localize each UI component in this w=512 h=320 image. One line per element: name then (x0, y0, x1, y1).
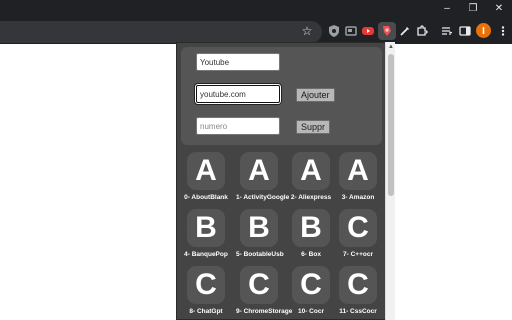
shortcut-tile[interactable]: C 7- C++ocr (335, 209, 381, 259)
shortcut-letter-icon[interactable]: B (240, 209, 278, 247)
bookmark-star-icon[interactable]: ☆ (300, 23, 314, 39)
side-panel-icon[interactable] (458, 24, 472, 38)
shortcut-form: Ajouter Suppr (181, 47, 382, 145)
puzzle-extension-icon[interactable] (415, 24, 429, 38)
shortcut-letter-icon[interactable]: A (240, 152, 278, 190)
shortcut-label: 2- Aliexpress (290, 194, 332, 201)
shortcut-label: 0- AboutBlank (184, 194, 228, 201)
shortcut-label: 10- Cocr (297, 308, 324, 315)
shortcut-letter-icon[interactable]: C (292, 266, 330, 304)
close-button[interactable]: ✕ (486, 0, 512, 18)
shortcut-label: 9- ChromeStorage (236, 308, 293, 315)
eyedropper-icon[interactable] (398, 24, 412, 38)
shortcut-tile[interactable]: C 9- ChromeStorage (236, 266, 293, 316)
shortcut-letter-icon[interactable]: A (187, 152, 225, 190)
shortcut-tile[interactable]: A 2- Aliexpress (288, 152, 334, 202)
shield-extension-icon[interactable] (327, 24, 341, 38)
delete-button[interactable]: Suppr (296, 120, 331, 134)
window-controls: – ❐ ✕ (434, 0, 512, 18)
shortcut-label: 6- Box (301, 251, 321, 258)
youtube-extension-icon[interactable] (361, 24, 375, 38)
shortcut-letter-icon[interactable]: A (292, 152, 330, 190)
shortcut-label: 7- C++ocr (343, 251, 373, 258)
shortcut-tile[interactable]: B 5- BootableUsb (236, 209, 284, 259)
screen-extension-icon[interactable] (344, 24, 358, 38)
media-control-icon[interactable] (440, 24, 454, 38)
shortcut-label: 3- Amazon (341, 194, 375, 201)
address-bar[interactable] (0, 21, 322, 43)
shortcut-tile[interactable]: C 11- CssCocr (335, 266, 381, 316)
profile-avatar[interactable] (476, 23, 491, 38)
shortcut-tile[interactable]: A 0- AboutBlank (183, 152, 229, 202)
shortcut-label: 8- ChatGpt (189, 308, 223, 315)
shortcut-tile[interactable]: A 1- ActivityGoogle (236, 152, 290, 202)
browser-toolbar: – ❐ ✕ ☆ (0, 0, 512, 44)
shortcut-letter-icon[interactable]: B (187, 209, 225, 247)
active-extension-icon[interactable] (378, 22, 396, 40)
restore-button[interactable]: ❐ (460, 0, 486, 18)
shortcut-letter-icon[interactable]: C (187, 266, 225, 304)
shortcut-tile[interactable]: B 4- BanquePop (183, 209, 229, 259)
scrollbar-thumb[interactable] (388, 54, 394, 196)
shortcut-letter-icon[interactable]: A (339, 152, 377, 190)
more-menu-icon[interactable] (496, 24, 510, 38)
site-name-input[interactable] (196, 53, 280, 71)
shortcut-label: 5- BootableUsb (236, 251, 284, 258)
shortcut-letter-icon[interactable]: C (339, 266, 377, 304)
shortcut-letter-icon[interactable]: C (339, 209, 377, 247)
popup-scrollbar[interactable]: ▲ (385, 42, 395, 320)
add-button[interactable]: Ajouter (296, 88, 335, 102)
shortcut-label: 1- ActivityGoogle (236, 194, 290, 201)
minimize-button[interactable]: – (434, 0, 460, 18)
extension-popup: Ajouter Suppr A 0- AboutBlank A 1- Activ… (176, 42, 387, 320)
shortcut-tile[interactable]: A 3- Amazon (335, 152, 381, 202)
site-url-input[interactable] (196, 85, 280, 103)
shortcut-letter-icon[interactable]: C (240, 266, 278, 304)
shortcut-tile[interactable]: B 6- Box (288, 209, 334, 259)
shortcut-tile[interactable]: C 8- ChatGpt (183, 266, 229, 316)
shortcut-letter-icon[interactable]: B (292, 209, 330, 247)
shortcut-label: 11- CssCocr (339, 308, 377, 315)
shortcut-label: 4- BanquePop (184, 251, 228, 258)
scroll-up-arrow-icon[interactable]: ▲ (387, 43, 395, 51)
shortcut-tile[interactable]: C 10- Cocr (288, 266, 334, 316)
number-input[interactable] (196, 117, 280, 135)
